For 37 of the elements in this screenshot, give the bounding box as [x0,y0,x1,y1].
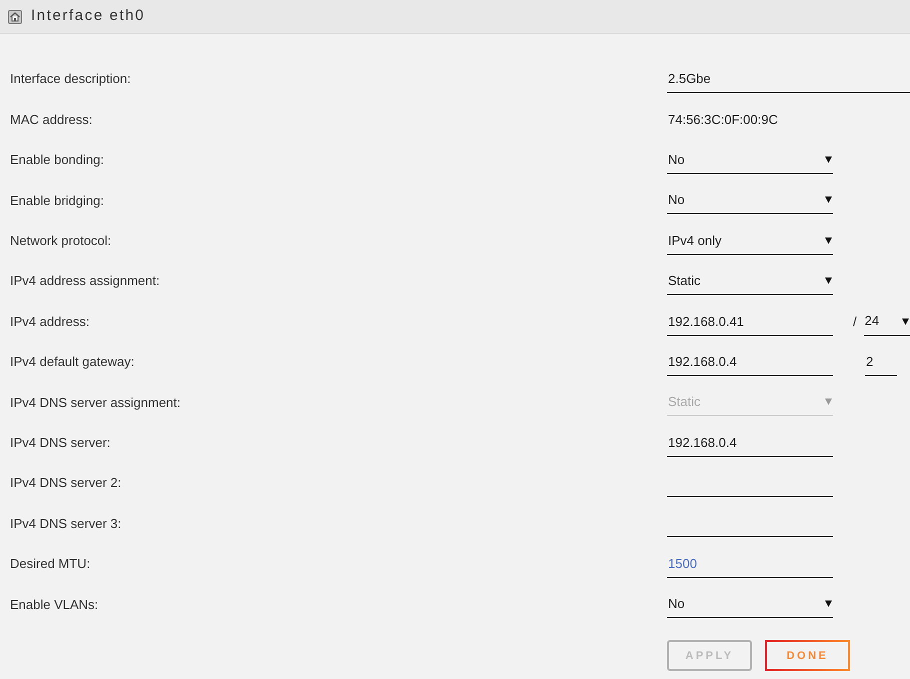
mac-address-value: 74:56:3C:0F:00:9C [667,110,778,129]
prefix-separator: / [853,312,857,331]
text-field[interactable]: 2 [865,348,897,376]
dropdown[interactable]: No [667,146,833,174]
field-label: Desired MTU: [10,555,90,574]
text-field[interactable]: 192.168.0.4 [667,348,833,376]
field-label: Enable bonding: [10,151,104,170]
text-field[interactable]: 192.168.0.41 [667,308,833,336]
dropdown[interactable]: IPv4 only [667,226,833,255]
field-label: IPv4 DNS server 2: [10,474,122,492]
caret-icon [825,277,832,284]
field-label: Interface description: [10,70,131,88]
field-label: IPv4 DNS server assignment: [10,394,181,412]
caret-icon [825,156,832,163]
field-label: IPv4 address assignment: [10,272,160,290]
field-label: IPv4 default gateway: [10,353,134,372]
field-label: Enable bridging: [10,192,104,210]
house-icon [8,10,22,24]
field-label: IPv4 DNS server: [10,434,110,452]
caret-icon [825,236,832,244]
caret-icon [825,196,832,204]
prefix-dropdown[interactable]: 24 [864,308,910,336]
dropdown[interactable]: No [667,186,833,214]
field-label: IPv4 DNS server 3: [10,514,122,533]
field-label: MAC address: [10,110,92,129]
caret-icon [825,398,832,406]
dropdown[interactable]: No [667,590,833,618]
caret-icon [902,318,909,325]
text-field[interactable]: 192.168.0.4 [667,428,833,457]
dropdown[interactable]: Static [667,267,833,296]
text-field[interactable]: 2.5Gbe [667,65,910,94]
text-field[interactable]: 1500 [667,550,833,578]
field-label: IPv4 address: [10,312,90,331]
caret-icon [825,600,832,608]
field-label: Network protocol: [10,232,112,250]
field-label: Enable VLANs: [10,596,98,614]
panel-title: Interface eth0 [31,6,146,26]
